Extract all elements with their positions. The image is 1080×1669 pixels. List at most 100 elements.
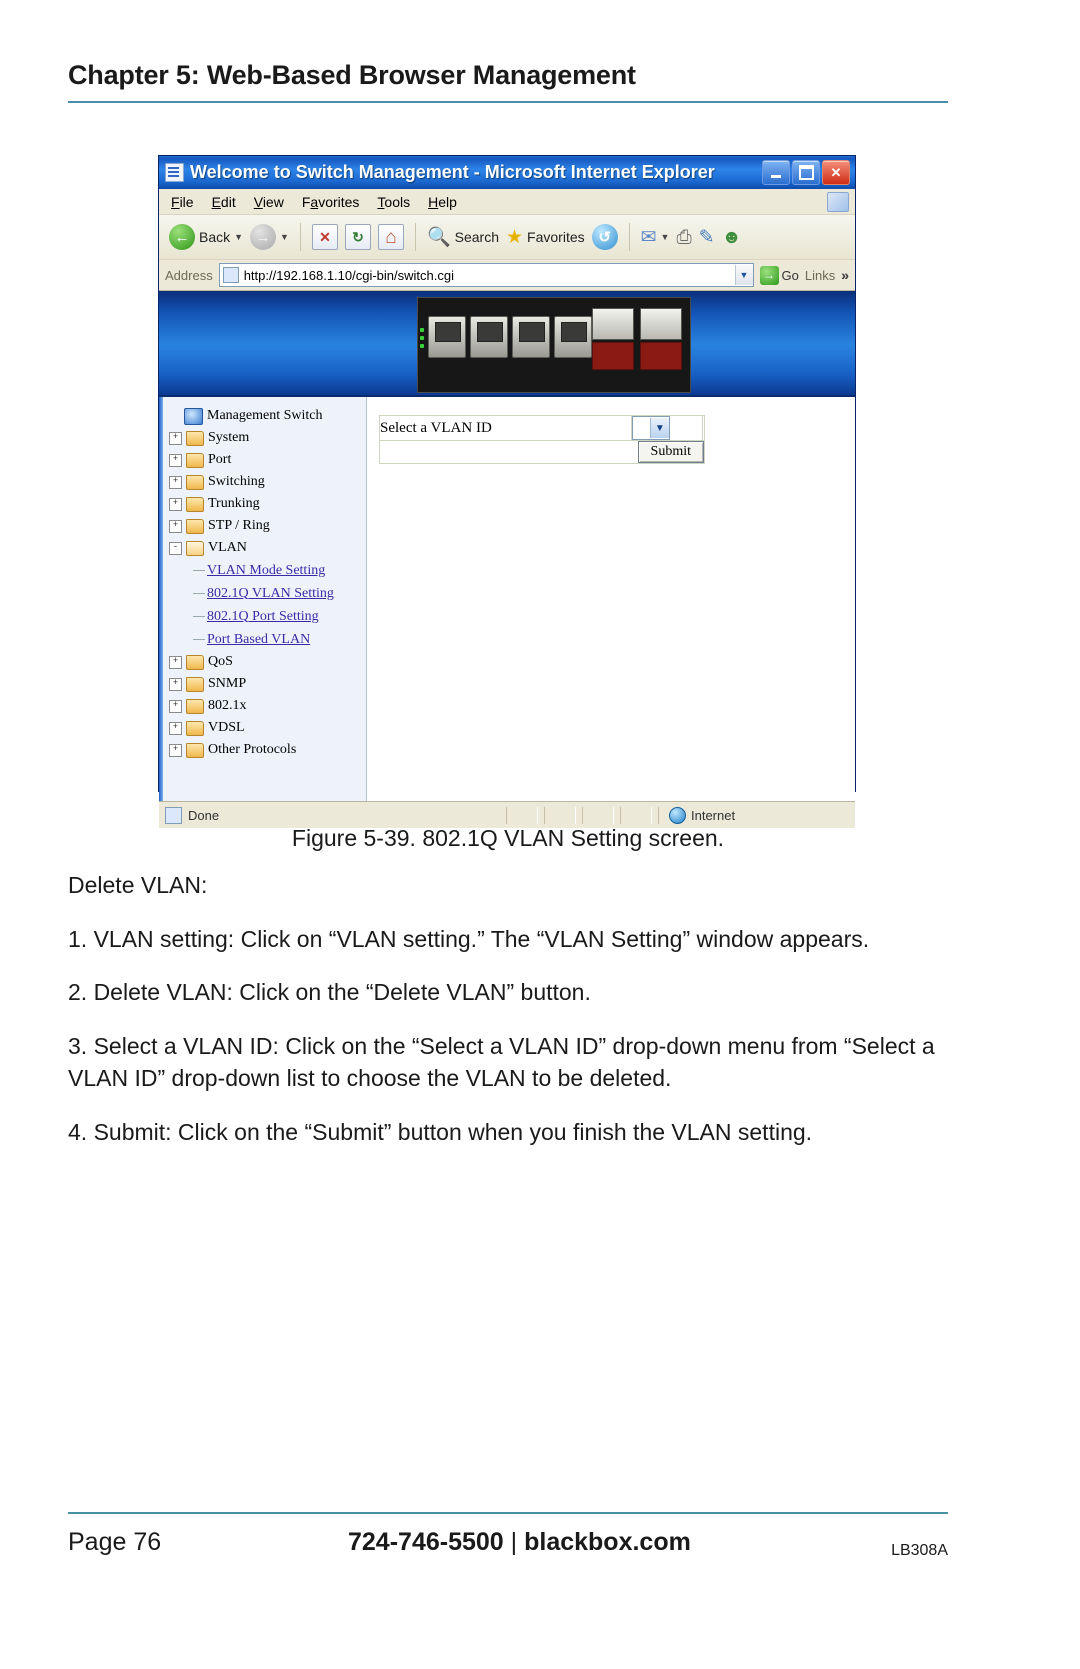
search-button[interactable]: 🔍 Search [427, 228, 499, 247]
menu-item-tools[interactable]: Tools [377, 194, 410, 210]
mail-dropdown-icon[interactable]: ▼ [661, 232, 670, 242]
close-button[interactable]: ✕ [822, 160, 850, 185]
folder-icon [186, 654, 204, 670]
paragraph-step-4: 4. Submit: Click on the “Submit” button … [68, 1118, 813, 1145]
tree-line [193, 593, 205, 594]
security-zone: Internet [658, 806, 849, 824]
sidebar-item-stp-ring[interactable]: + STP / Ring [163, 515, 366, 537]
sidebar-item-8021q-vlan-setting[interactable]: 802.1Q VLAN Setting [163, 582, 366, 605]
menu-item-favorites[interactable]: Favorites [302, 194, 360, 210]
sidebar-item-port[interactable]: + Port [163, 449, 366, 471]
print-button[interactable]: ⎙ [676, 228, 691, 247]
favorites-label: Favorites [527, 229, 585, 245]
sidebar-item-8021x[interactable]: + 802.1x [163, 695, 366, 717]
sidebar-item-switching[interactable]: + Switching [163, 471, 366, 493]
paragraph-delete-vlan-heading: Delete VLAN: [68, 872, 208, 898]
favorites-button[interactable]: ★ Favorites [506, 228, 585, 247]
tree-line [193, 639, 205, 640]
status-segment [620, 806, 652, 824]
sidebar-label-vdsl: VDSL [208, 720, 245, 735]
sidebar-item-vdsl[interactable]: + VDSL [163, 717, 366, 739]
chevron-right-icon[interactable]: » [841, 267, 849, 283]
expand-icon[interactable]: + [169, 721, 182, 735]
page-header: Chapter 5: Web-Based Browser Management [68, 60, 948, 91]
search-icon: 🔍 [426, 226, 451, 248]
expand-icon[interactable]: + [169, 519, 182, 533]
expand-icon[interactable]: + [169, 655, 182, 669]
forward-dropdown-icon[interactable]: ▼ [280, 232, 289, 242]
expand-icon[interactable]: + [169, 475, 182, 489]
toolbar-divider [299, 223, 301, 251]
submit-button[interactable]: Submit [637, 441, 704, 463]
home-button[interactable]: ⌂ [377, 224, 404, 250]
expand-icon[interactable]: + [169, 453, 182, 467]
browser-toolbar: ← Back ▼ → ▼ ✕ ↻ ⌂ 🔍 Search ★ Favorites … [159, 215, 855, 260]
messenger-button[interactable]: ☻ [722, 228, 742, 247]
collapse-icon[interactable]: - [169, 541, 182, 555]
sidebar-item-system[interactable]: + System [163, 427, 366, 449]
edit-icon: ✎ [698, 226, 715, 248]
menu-item-view[interactable]: View [254, 194, 284, 210]
minimize-button[interactable] [762, 160, 790, 185]
expand-icon[interactable]: + [169, 497, 182, 511]
tree-root-label: Management Switch [207, 408, 323, 423]
sidebar-item-qos[interactable]: + QoS [163, 651, 366, 673]
table-row: Submit [379, 440, 705, 464]
maximize-button[interactable] [792, 160, 820, 185]
forward-button[interactable]: → ▼ [250, 224, 289, 250]
vlan-id-label: Select a VLAN ID [379, 415, 632, 441]
link-vlan-mode-setting[interactable]: VLAN Mode Setting [207, 563, 325, 579]
chevron-down-icon[interactable]: ▼ [649, 418, 669, 438]
expand-icon[interactable]: + [169, 743, 182, 757]
page-icon [222, 267, 239, 283]
sidebar-item-other-protocols[interactable]: + Other Protocols [163, 739, 366, 761]
toolbar-divider-2 [414, 223, 416, 251]
menu-item-edit[interactable]: Edit [212, 194, 236, 210]
back-button[interactable]: ← Back ▼ [169, 224, 243, 250]
page-number: Page 76 [68, 1528, 162, 1556]
status-segment [506, 806, 538, 824]
sidebar-label-other-protocols: Other Protocols [208, 742, 297, 757]
back-label: Back [199, 229, 231, 245]
sidebar-label-8021x: 802.1x [208, 698, 247, 713]
sidebar-label-system: System [208, 430, 250, 445]
link-8021q-port-setting[interactable]: 802.1Q Port Setting [207, 609, 319, 625]
browser-statusbar: Done Internet [159, 801, 855, 828]
expand-icon[interactable]: + [169, 677, 182, 691]
link-8021q-vlan-setting[interactable]: 802.1Q VLAN Setting [207, 586, 334, 602]
sidebar-item-vlan-mode-setting[interactable]: VLAN Mode Setting [163, 559, 366, 582]
stop-button[interactable]: ✕ [311, 224, 338, 250]
history-button[interactable]: ↺ [591, 224, 618, 250]
folder-icon [186, 676, 204, 692]
sidebar-item-trunking[interactable]: + Trunking [163, 493, 366, 515]
zone-label: Internet [691, 807, 736, 823]
footer-website: blackbox.com [524, 1528, 691, 1556]
menu-bar: File Edit View Favorites Tools Help [159, 189, 855, 215]
browser-content: Management Switch + System + Port + Swit… [159, 397, 855, 801]
sidebar-item-vlan[interactable]: - VLAN [163, 537, 366, 559]
body-text: Delete VLAN: 1. VLAN setting: Click on “… [68, 870, 953, 1170]
sidebar-label-trunking: Trunking [208, 496, 260, 511]
mail-button[interactable]: ✉ ▼ [641, 228, 670, 247]
refresh-button[interactable]: ↻ [344, 224, 371, 250]
close-icon: ✕ [830, 164, 842, 180]
link-port-based-vlan[interactable]: Port Based VLAN [207, 632, 310, 648]
menu-item-help[interactable]: Help [428, 194, 457, 210]
menu-item-file[interactable]: File [171, 194, 194, 210]
sidebar-item-port-based-vlan[interactable]: Port Based VLAN [163, 628, 366, 651]
page-banner [159, 291, 855, 397]
page-footer: Page 76 724-746-5500 | blackbox.com LB30… [68, 1524, 948, 1574]
go-button[interactable]: → Go [759, 265, 799, 285]
sidebar-item-8021q-port-setting[interactable]: 802.1Q Port Setting [163, 605, 366, 628]
address-dropdown-icon[interactable]: ▼ [734, 265, 753, 285]
expand-icon[interactable]: + [169, 699, 182, 713]
edit-button[interactable]: ✎ [699, 228, 715, 247]
address-input[interactable]: http://192.168.1.10/cgi-bin/switch.cgi ▼ [218, 263, 754, 287]
tree-line [193, 616, 205, 617]
back-dropdown-icon[interactable]: ▼ [234, 232, 243, 242]
tree-root-management-switch[interactable]: Management Switch [163, 405, 366, 427]
sidebar-item-snmp[interactable]: + SNMP [163, 673, 366, 695]
expand-icon[interactable]: + [169, 431, 182, 445]
links-label[interactable]: Links [805, 268, 835, 283]
vlan-id-select[interactable]: ▼ [631, 416, 670, 440]
